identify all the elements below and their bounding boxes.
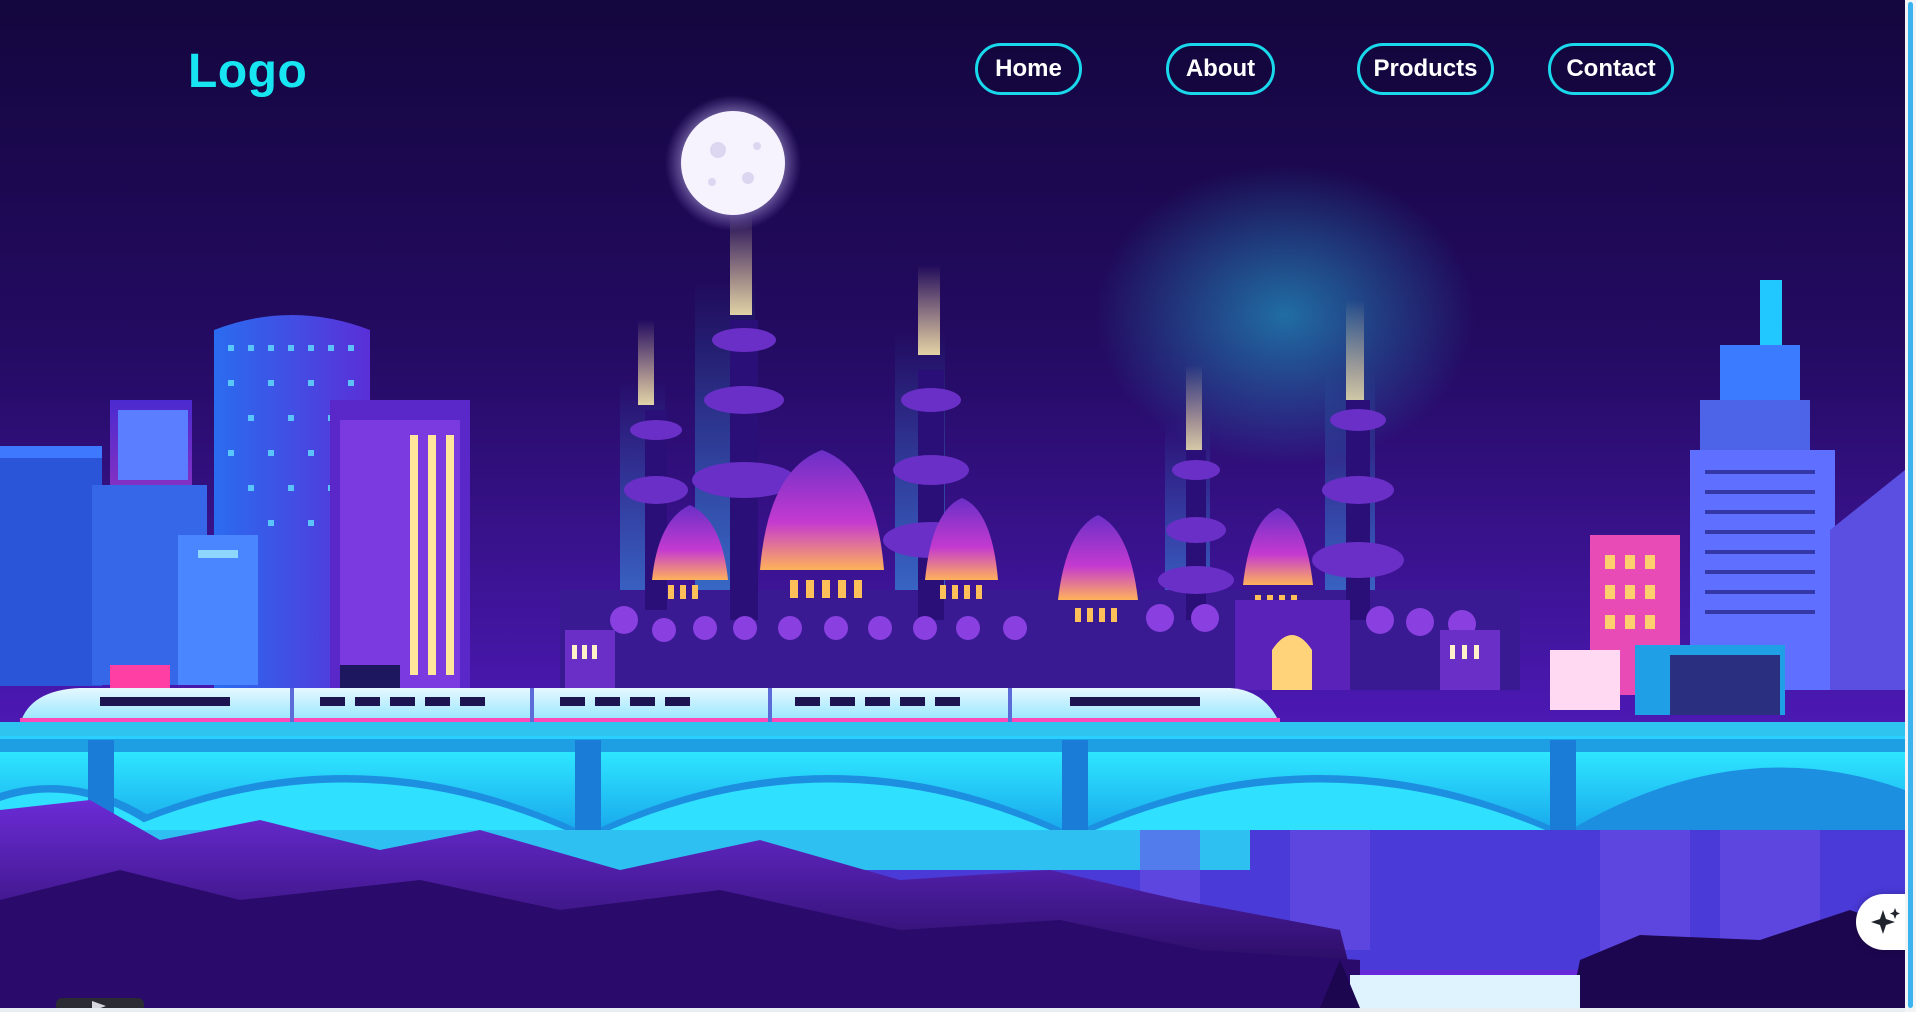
moon [681, 111, 785, 215]
sparkle-icon [1871, 908, 1900, 934]
nav-contact-button[interactable]: Contact [1548, 43, 1674, 95]
vertical-scrollbar[interactable] [1905, 0, 1916, 1012]
hero-illustration: Logo Home About Products Contact [0, 0, 1905, 1008]
logo[interactable]: Logo [188, 44, 307, 99]
scrollbar-thumb[interactable] [1908, 2, 1913, 1008]
page: Logo Home About Products Contact [0, 0, 1916, 1012]
page-bottom-edge [0, 1008, 1905, 1012]
nav-about-button[interactable]: About [1166, 43, 1275, 95]
nav-products-button[interactable]: Products [1357, 43, 1494, 95]
bridge [0, 722, 1905, 842]
nav-home-button[interactable]: Home [975, 43, 1082, 95]
night-city-scene [0, 0, 1905, 1008]
